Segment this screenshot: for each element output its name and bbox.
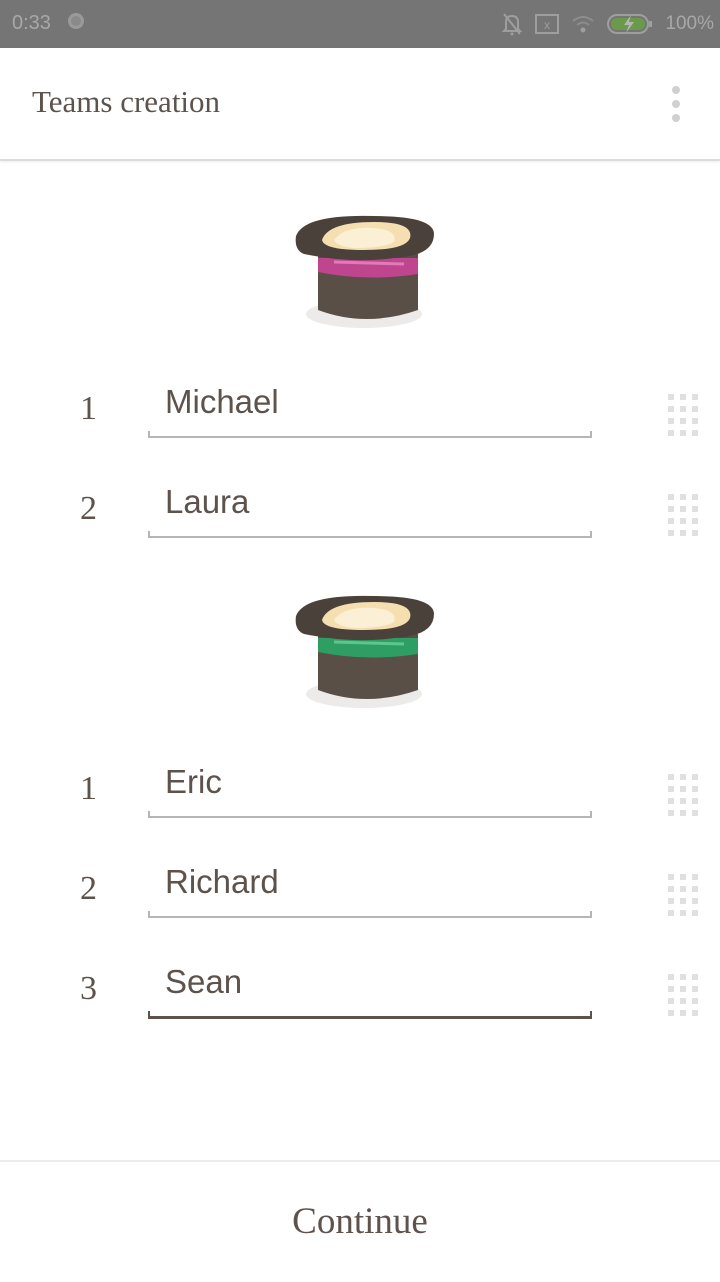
bell-off-icon	[501, 13, 523, 36]
battery-charging-icon	[607, 14, 653, 34]
player-name-input[interactable]	[148, 748, 592, 816]
dot	[672, 100, 680, 108]
battery-percent: 100%	[665, 13, 714, 34]
player-name-input[interactable]	[148, 848, 592, 916]
status-icons: x 100%	[501, 10, 714, 38]
status-time: 0:33	[12, 12, 51, 34]
player-number: 2	[80, 870, 97, 907]
drag-handle-icon[interactable]	[668, 874, 700, 918]
input-underline	[148, 811, 592, 818]
app-bar: Teams creation	[0, 48, 720, 161]
drag-handle-icon[interactable]	[668, 774, 700, 818]
bottom-bar: Continue	[0, 1160, 720, 1282]
more-vert-icon[interactable]	[664, 86, 688, 122]
drag-handle-icon[interactable]	[668, 974, 700, 1018]
drag-handle-icon[interactable]	[668, 394, 700, 438]
input-underline	[148, 431, 592, 438]
dot	[672, 114, 680, 122]
wifi-icon	[572, 16, 595, 33]
team-2-hat-icon	[295, 595, 434, 708]
drag-handle-icon[interactable]	[668, 494, 700, 538]
continue-button[interactable]: Continue	[0, 1162, 720, 1280]
team-1-hat-icon	[295, 215, 434, 328]
input-underline	[148, 911, 592, 918]
input-underline	[148, 531, 592, 538]
status-bar: 0:33 x 100%	[0, 0, 720, 48]
player-row: 2	[0, 468, 720, 548]
player-row: 3	[0, 948, 720, 1028]
circle-notification-icon	[68, 13, 84, 29]
dot	[672, 86, 680, 94]
page-title: Teams creation	[32, 84, 221, 119]
player-number: 3	[80, 970, 97, 1007]
svg-text:x: x	[544, 18, 550, 32]
input-underline-active	[148, 1011, 592, 1019]
player-name-input[interactable]	[148, 468, 592, 536]
player-name-input[interactable]	[148, 368, 592, 436]
player-number: 1	[80, 390, 97, 427]
player-row: 1	[0, 748, 720, 828]
player-number: 2	[80, 490, 97, 527]
player-row: 1	[0, 368, 720, 448]
sim-error-icon: x	[535, 14, 560, 34]
player-row: 2	[0, 848, 720, 928]
player-name-input-focused[interactable]	[148, 948, 592, 1016]
player-number: 1	[80, 770, 97, 807]
